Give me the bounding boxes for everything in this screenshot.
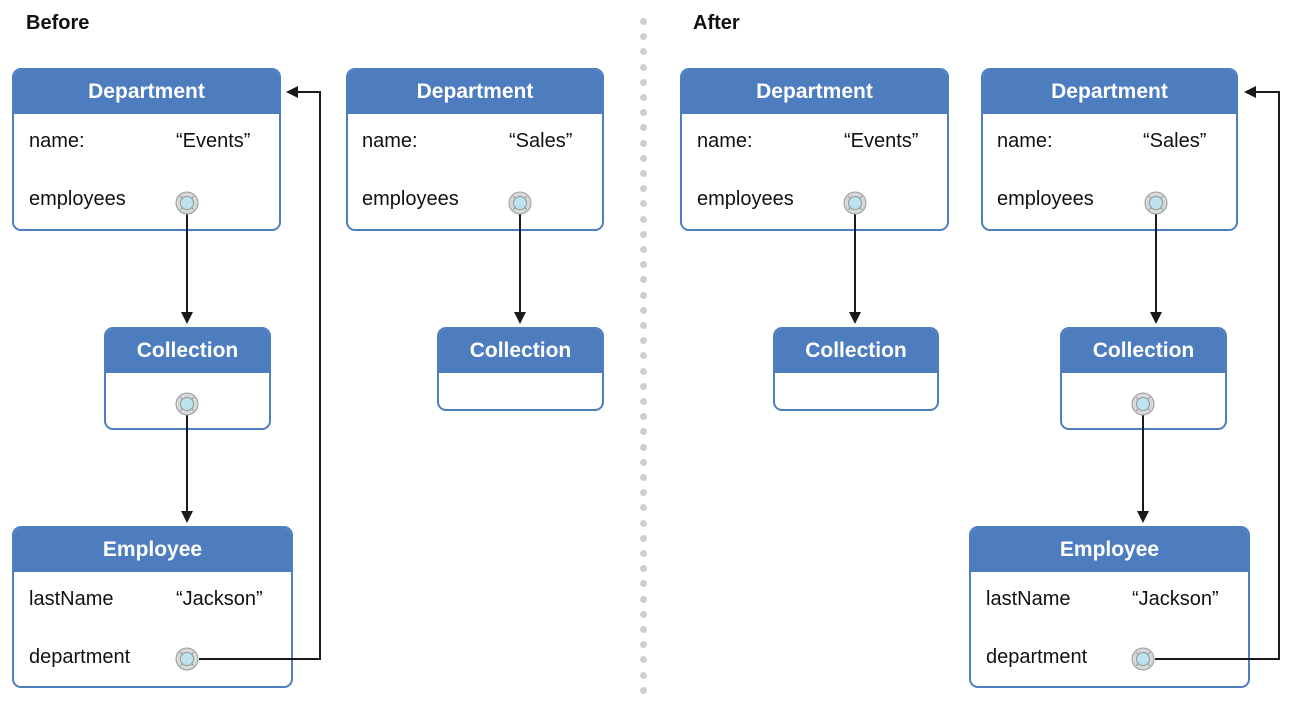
arrow-employee-department-to-sales (1155, 86, 1280, 660)
relationship-handle-icon (175, 191, 199, 215)
relationship-handle-icon (1131, 647, 1155, 671)
relationship-handle-icon (175, 392, 199, 416)
relationship-handle-icon (175, 647, 199, 671)
arrow-employee-department-to-events (199, 86, 321, 660)
relationship-arrows (181, 86, 1280, 660)
relationship-handle-icon (1131, 392, 1155, 416)
relationship-handle-icon (1144, 191, 1168, 215)
relationship-handle-icon (508, 191, 532, 215)
relationship-handle-icon (843, 191, 867, 215)
